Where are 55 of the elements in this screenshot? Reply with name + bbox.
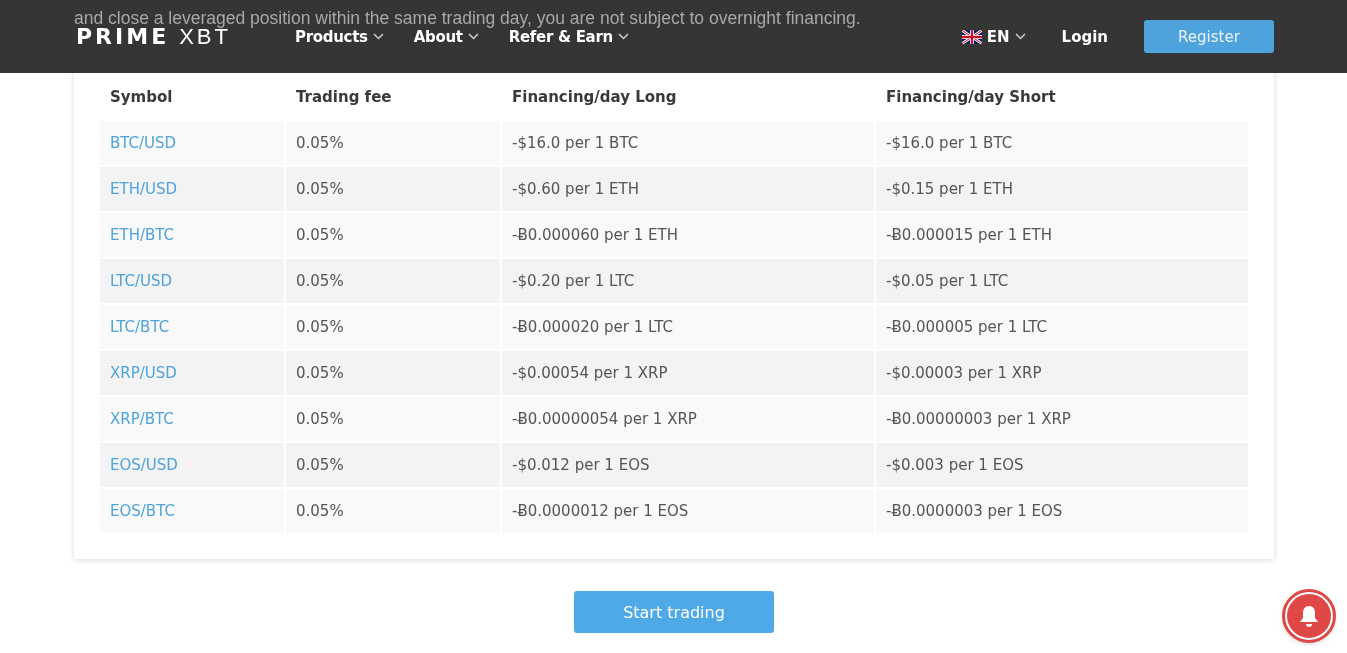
column-header: Trading fee: [295, 87, 393, 108]
table-cell: 0.05%: [286, 351, 500, 395]
table-cell: -$16.0 per 1 BTC: [876, 121, 1248, 165]
table-cell: 0.05%: [286, 397, 500, 441]
column-header: Financing/day Long: [511, 87, 678, 108]
chevron-down-icon: [467, 33, 479, 40]
symbol-link[interactable]: BTC/USD: [100, 121, 284, 165]
table-cell: -$0.003 per 1 EOS: [876, 443, 1248, 487]
table-cell: 0.05%: [286, 489, 500, 533]
table-cell: -$0.05 per 1 LTC: [876, 259, 1248, 303]
table-cell: -Ƀ0.000015 per 1 ETH: [876, 213, 1248, 257]
chevron-down-icon: [372, 33, 384, 40]
symbol-link[interactable]: ETH/USD: [100, 167, 284, 211]
start-trading-button[interactable]: Start trading: [574, 591, 774, 633]
table-cell: -Ƀ0.000060 per 1 ETH: [502, 213, 874, 257]
table-cell: -$0.00003 per 1 XRP: [876, 351, 1248, 395]
table-cell: 0.05%: [286, 121, 500, 165]
table-cell: -Ƀ0.000005 per 1 LTC: [876, 305, 1248, 349]
table-cell: -Ƀ0.0000003 per 1 EOS: [876, 489, 1248, 533]
table-cell: -Ƀ0.00000054 per 1 XRP: [502, 397, 874, 441]
symbol-link[interactable]: XRP/BTC: [100, 397, 284, 441]
notification-bell-button[interactable]: [1285, 592, 1333, 640]
table-cell: 0.05%: [286, 167, 500, 211]
symbol-link[interactable]: LTC/USD: [100, 259, 284, 303]
symbol-link[interactable]: EOS/BTC: [100, 489, 284, 533]
table-cell: 0.05%: [286, 305, 500, 349]
bell-icon: [1298, 604, 1320, 628]
symbol-link[interactable]: ETH/BTC: [100, 213, 284, 257]
table-cell: -$0.15 per 1 ETH: [876, 167, 1248, 211]
language-selector[interactable]: EN: [961, 27, 1026, 46]
chevron-down-icon: [1014, 33, 1026, 40]
table-cell: 0.05%: [286, 213, 500, 257]
table-cell: -Ƀ0.00000003 per 1 XRP: [876, 397, 1248, 441]
symbol-link[interactable]: EOS/USD: [100, 443, 284, 487]
chevron-down-icon: [617, 33, 629, 40]
symbol-link[interactable]: LTC/BTC: [100, 305, 284, 349]
nav-menu-link[interactable]: Refer & Earn: [508, 27, 629, 46]
table-cell: -Ƀ0.0000012 per 1 EOS: [502, 489, 874, 533]
column-header: Financing/day Short: [885, 87, 1057, 108]
table-cell: -$0.012 per 1 EOS: [502, 443, 874, 487]
flag-icon: [961, 29, 982, 44]
nav-menu-link[interactable]: About: [413, 27, 479, 46]
intro-paragraph: and close a leveraged position within the same trading day, you are not subject to overnight financing.: [74, 7, 862, 28]
table-cell: -$0.60 per 1 ETH: [502, 167, 874, 211]
symbol-link[interactable]: XRP/USD: [100, 351, 284, 395]
login-link[interactable]: Login: [1061, 27, 1108, 46]
table-cell: -$0.20 per 1 LTC: [502, 259, 874, 303]
table-cell: 0.05%: [286, 259, 500, 303]
table-cell: 0.05%: [286, 443, 500, 487]
nav-menu-link[interactable]: Products: [295, 27, 384, 46]
table-cell: -$0.00054 per 1 XRP: [502, 351, 874, 395]
column-header: Symbol: [109, 87, 174, 108]
table-cell: -Ƀ0.000020 per 1 LTC: [502, 305, 874, 349]
table-cell: -$16.0 per 1 BTC: [502, 121, 874, 165]
register-button[interactable]: Register: [1144, 20, 1274, 53]
